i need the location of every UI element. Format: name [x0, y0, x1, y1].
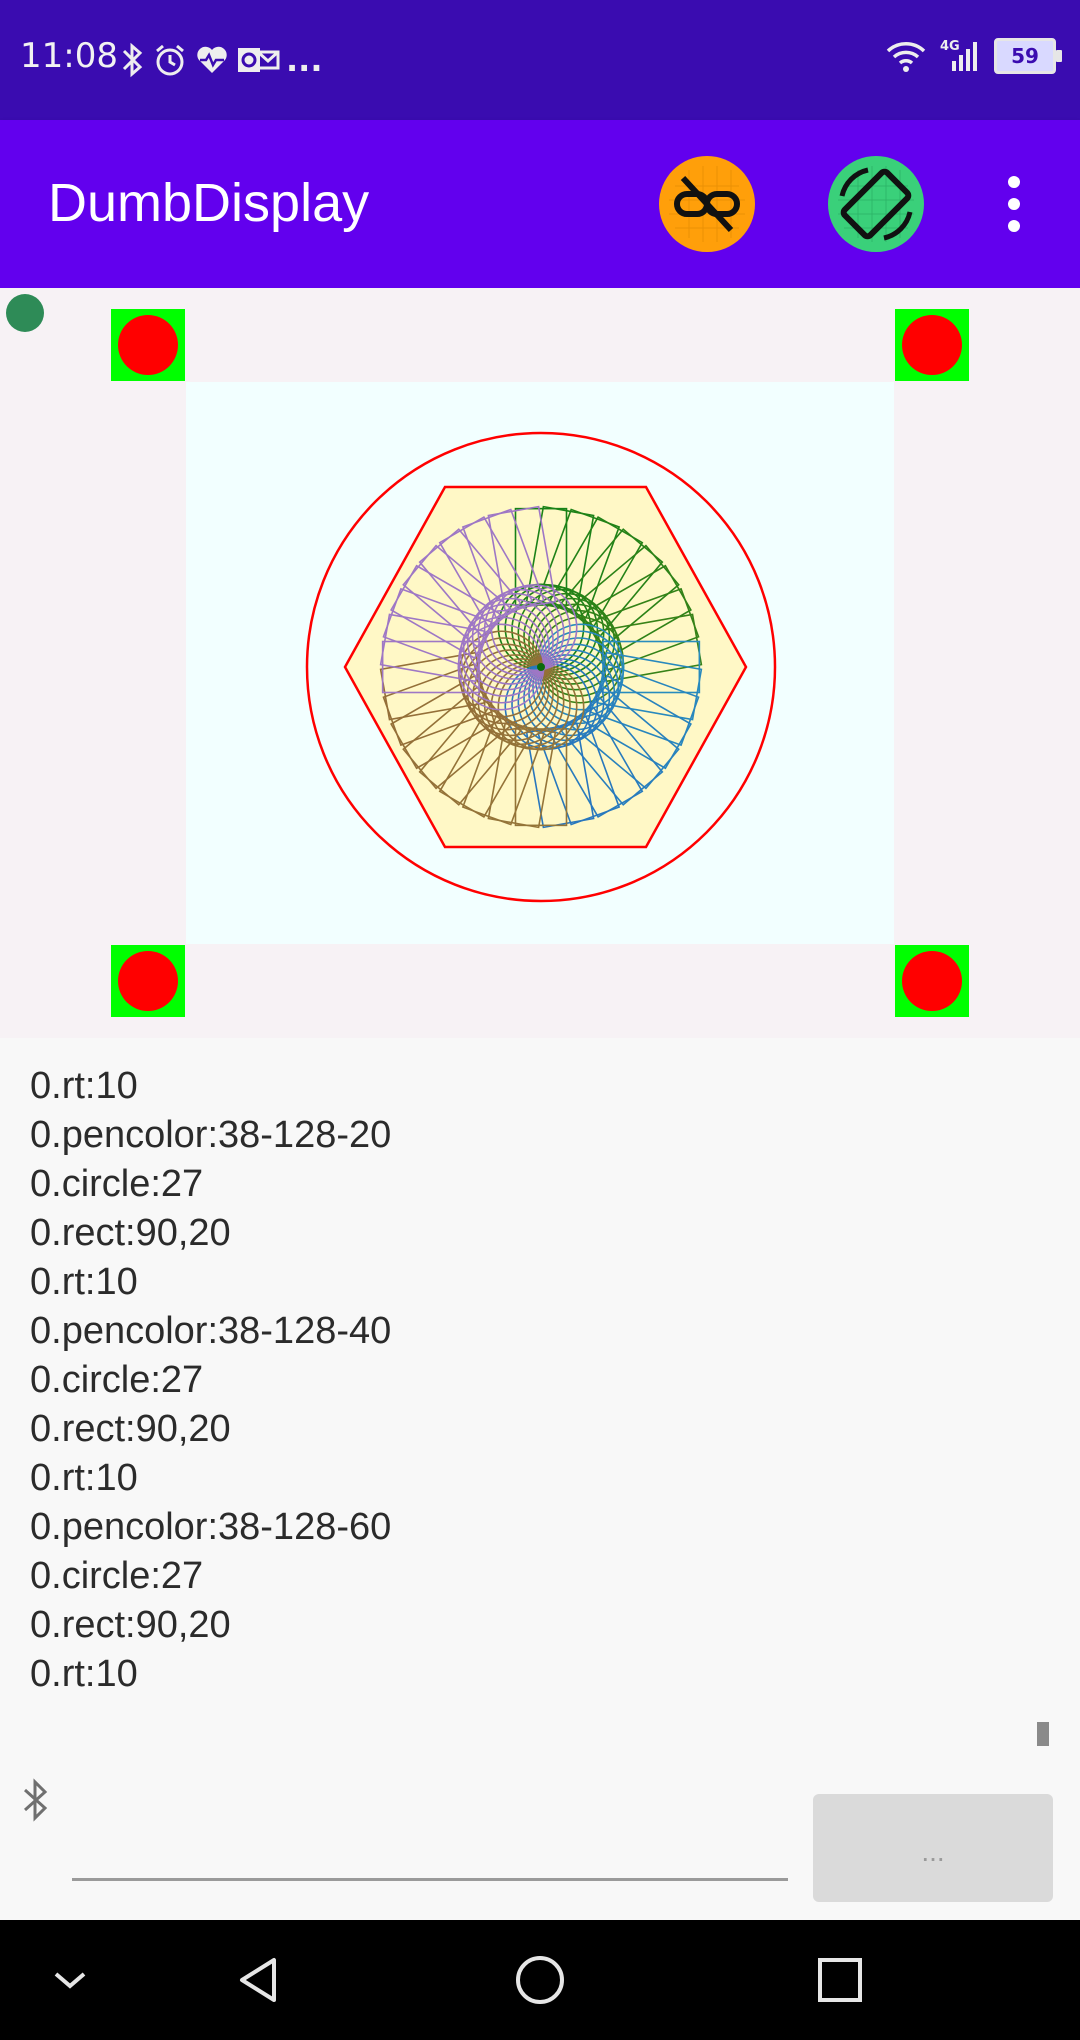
corner-marker-bottom-left [111, 945, 185, 1017]
turtle-drawing-svg [305, 431, 777, 903]
link-off-icon [669, 166, 745, 242]
command-input[interactable] [72, 1878, 788, 1881]
alarm-icon [156, 44, 184, 76]
home-icon[interactable] [510, 1950, 570, 2010]
log-line: 0.pencolor:38-128-40 [30, 1310, 392, 1352]
navigation-bar [0, 1920, 1080, 2040]
status-time: 11:08 [20, 36, 118, 76]
connection-status-dot [6, 294, 44, 332]
log-line: 0.circle:27 [30, 1555, 204, 1597]
back-icon[interactable] [230, 1950, 290, 2010]
rotate-screen-button[interactable] [828, 156, 924, 252]
more-vert-icon[interactable] [990, 170, 1038, 238]
log-line: 0.rect:90,20 [30, 1408, 231, 1450]
status-notification-icons: ... [120, 38, 322, 82]
status-bar: 11:08 ... 4G 59 [0, 0, 1080, 120]
log-line: 0.rect:90,20 [30, 1604, 231, 1646]
battery-indicator: 59 [994, 38, 1062, 74]
signal-icon: 4G [940, 39, 980, 73]
log-scrollbar[interactable] [1037, 1722, 1049, 1746]
health-icon [197, 46, 227, 73]
app-title: DumbDisplay [48, 173, 370, 233]
more-notifications: ... [286, 41, 323, 79]
chevron-down-icon[interactable] [40, 1950, 100, 2010]
bluetooth-icon [122, 42, 143, 78]
turtle-drawing [186, 382, 894, 944]
recents-icon[interactable] [810, 1950, 870, 2010]
turtle-center [537, 663, 545, 671]
corner-marker-top-left [111, 309, 185, 381]
app-bar: DumbDisplay [0, 120, 1080, 288]
log-line: 0.rt:10 [30, 1065, 138, 1107]
log-line: 0.pencolor:38-128-60 [30, 1506, 392, 1548]
wifi-icon [886, 42, 926, 72]
connection-toggle-button[interactable] [659, 156, 755, 252]
log-line: 0.rt:10 [30, 1261, 138, 1303]
log-line: 0.circle:27 [30, 1359, 204, 1401]
log-line: 0.pencolor:38-128-20 [30, 1114, 392, 1156]
bluetooth-icon [23, 1778, 48, 1822]
corner-marker-bottom-right [895, 945, 969, 1017]
command-log: 0.rt:10 0.pencolor:38-128-20 0.circle:27… [30, 1062, 1010, 1702]
outlook-icon [238, 48, 280, 72]
log-line: 0.rt:10 [30, 1457, 138, 1499]
log-line: 0.circle:27 [30, 1163, 204, 1205]
status-system-icons: 4G 59 [886, 38, 1062, 74]
log-line: 0.rect:90,20 [30, 1212, 231, 1254]
screen-rotation-icon [838, 166, 914, 242]
corner-marker-top-right [895, 309, 969, 381]
log-line: 0.rt:10 [30, 1653, 138, 1695]
send-button[interactable]: ... [813, 1794, 1053, 1902]
